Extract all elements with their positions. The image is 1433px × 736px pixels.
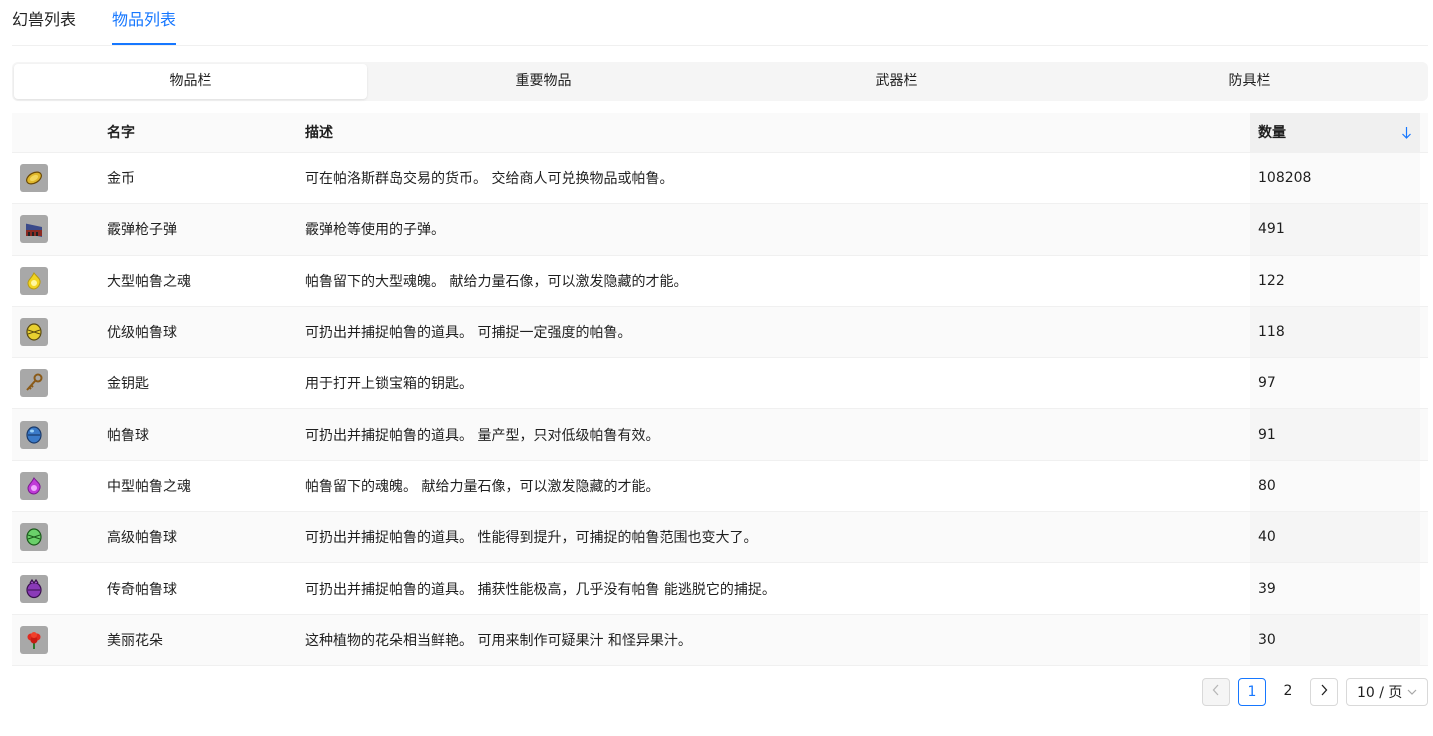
segment-key-items[interactable]: 重要物品 <box>367 64 720 99</box>
segment-weapons[interactable]: 武器栏 <box>720 64 1073 99</box>
flower-icon <box>20 625 48 654</box>
chevron-right-icon <box>1320 684 1328 700</box>
header-name: 名字 <box>107 125 135 141</box>
chevron-down-icon <box>1407 687 1417 698</box>
golden-key-icon <box>20 369 48 398</box>
item-qty: 108208 <box>1250 153 1420 204</box>
item-name: 金钥匙 <box>107 376 149 393</box>
header-qty[interactable]: 数量 <box>1250 113 1420 152</box>
large-soul-icon <box>20 266 48 295</box>
gold-coin-icon <box>20 164 48 193</box>
table-row: 传奇帕鲁球 可扔出并捕捉帕鲁的道具。 捕获性能极高，几乎没有帕鲁 能逃脱它的捕捉… <box>12 563 1428 615</box>
table-body: 金币 可在帕洛斯群岛交易的货币。 交给商人可兑换物品或帕鲁。 108208 霰弹… <box>12 153 1428 666</box>
legendary-sphere-icon <box>20 574 48 603</box>
item-desc: 可扔出并捕捉帕鲁的道具。 性能得到提升，可捕捉的帕鲁范围也变大了。 <box>305 530 758 547</box>
table-row: 中型帕鲁之魂 帕鲁留下的魂魄。 献给力量石像，可以激发隐藏的才能。 80 <box>12 460 1428 513</box>
segment-armor[interactable]: 防具栏 <box>1073 64 1426 99</box>
item-desc: 用于打开上锁宝箱的钥匙。 <box>305 376 473 393</box>
pal-sphere-icon <box>20 420 48 449</box>
table-row: 金币 可在帕洛斯群岛交易的货币。 交给商人可兑换物品或帕鲁。 108208 <box>12 153 1428 205</box>
table-row: 优级帕鲁球 可扔出并捕捉帕鲁的道具。 可捕捉一定强度的帕鲁。 118 <box>12 306 1428 359</box>
table-row: 帕鲁球 可扔出并捕捉帕鲁的道具。 量产型，只对低级帕鲁有效。 91 <box>12 409 1428 461</box>
prev-page-button[interactable] <box>1202 678 1230 706</box>
next-page-button[interactable] <box>1310 678 1338 706</box>
page-1-button[interactable]: 1 <box>1238 678 1266 706</box>
item-qty: 91 <box>1250 409 1420 460</box>
item-name: 优级帕鲁球 <box>107 325 177 342</box>
mega-sphere-icon <box>20 523 48 552</box>
page-2-button[interactable]: 2 <box>1274 678 1302 706</box>
table-row: 高级帕鲁球 可扔出并捕捉帕鲁的道具。 性能得到提升，可捕捉的帕鲁范围也变大了。 … <box>12 512 1428 564</box>
item-desc: 可扔出并捕捉帕鲁的道具。 捕获性能极高，几乎没有帕鲁 能逃脱它的捕捉。 <box>305 581 776 598</box>
item-desc: 帕鲁留下的魂魄。 献给力量石像，可以激发隐藏的才能。 <box>305 478 660 495</box>
item-name: 高级帕鲁球 <box>107 530 177 547</box>
page-size-value: 10 / 页 <box>1357 685 1403 701</box>
pagination: 1 2 10 / 页 <box>1194 678 1428 706</box>
item-name: 霰弹枪子弹 <box>107 222 177 239</box>
shotgun-shell-icon <box>20 215 48 244</box>
page-size-select[interactable]: 10 / 页 <box>1346 678 1428 706</box>
item-name: 大型帕鲁之魂 <box>107 273 191 290</box>
table-row: 美丽花朵 这种植物的花朵相当鲜艳。 可用来制作可疑果汁 和怪异果汁。 30 <box>12 614 1428 666</box>
item-desc: 可扔出并捕捉帕鲁的道具。 量产型，只对低级帕鲁有效。 <box>305 427 660 444</box>
tab-ink-bar <box>112 43 176 45</box>
item-qty: 491 <box>1250 204 1420 255</box>
arrow-down-icon[interactable] <box>1401 113 1412 157</box>
top-tabs: 幻兽列表 物品列表 <box>12 0 1428 46</box>
item-desc: 这种植物的花朵相当鲜艳。 可用来制作可疑果汁 和怪异果汁。 <box>305 632 692 649</box>
item-qty: 80 <box>1250 460 1420 512</box>
item-desc: 可在帕洛斯群岛交易的货币。 交给商人可兑换物品或帕鲁。 <box>305 171 674 188</box>
table-row: 金钥匙 用于打开上锁宝箱的钥匙。 97 <box>12 358 1428 410</box>
header-icon <box>12 113 99 152</box>
item-desc: 霰弹枪等使用的子弹。 <box>305 222 445 239</box>
item-desc: 帕鲁留下的大型魂魄。 献给力量石像，可以激发隐藏的才能。 <box>305 273 688 290</box>
table-row: 霰弹枪子弹 霰弹枪等使用的子弹。 491 <box>12 204 1428 256</box>
header-desc: 描述 <box>305 125 333 141</box>
segment-items[interactable]: 物品栏 <box>14 64 367 99</box>
item-name: 传奇帕鲁球 <box>107 581 177 598</box>
item-name: 中型帕鲁之魂 <box>107 478 191 495</box>
tab-item-list[interactable]: 物品列表 <box>112 0 176 46</box>
item-qty: 118 <box>1250 306 1420 358</box>
item-qty: 97 <box>1250 358 1420 409</box>
item-name: 金币 <box>107 171 135 188</box>
header-qty-label: 数量 <box>1258 125 1286 141</box>
chevron-left-icon <box>1212 684 1220 700</box>
table-row: 大型帕鲁之魂 帕鲁留下的大型魂魄。 献给力量石像，可以激发隐藏的才能。 122 <box>12 255 1428 307</box>
great-sphere-icon <box>20 318 48 347</box>
table-header: 名字 描述 数量 <box>12 113 1428 153</box>
inventory-segmented: 物品栏 重要物品 武器栏 防具栏 <box>12 62 1428 101</box>
item-qty: 39 <box>1250 563 1420 614</box>
tab-beast-list[interactable]: 幻兽列表 <box>12 0 76 46</box>
item-name: 美丽花朵 <box>107 632 163 649</box>
medium-soul-icon <box>20 471 48 500</box>
item-qty: 30 <box>1250 614 1420 665</box>
item-qty: 40 <box>1250 512 1420 563</box>
item-name: 帕鲁球 <box>107 427 149 444</box>
item-qty: 122 <box>1250 255 1420 306</box>
item-desc: 可扔出并捕捉帕鲁的道具。 可捕捉一定强度的帕鲁。 <box>305 325 632 342</box>
items-table: 名字 描述 数量 金币 可在帕洛斯群岛交易的货币。 交给商人可兑换物品或帕鲁。 … <box>12 113 1428 666</box>
